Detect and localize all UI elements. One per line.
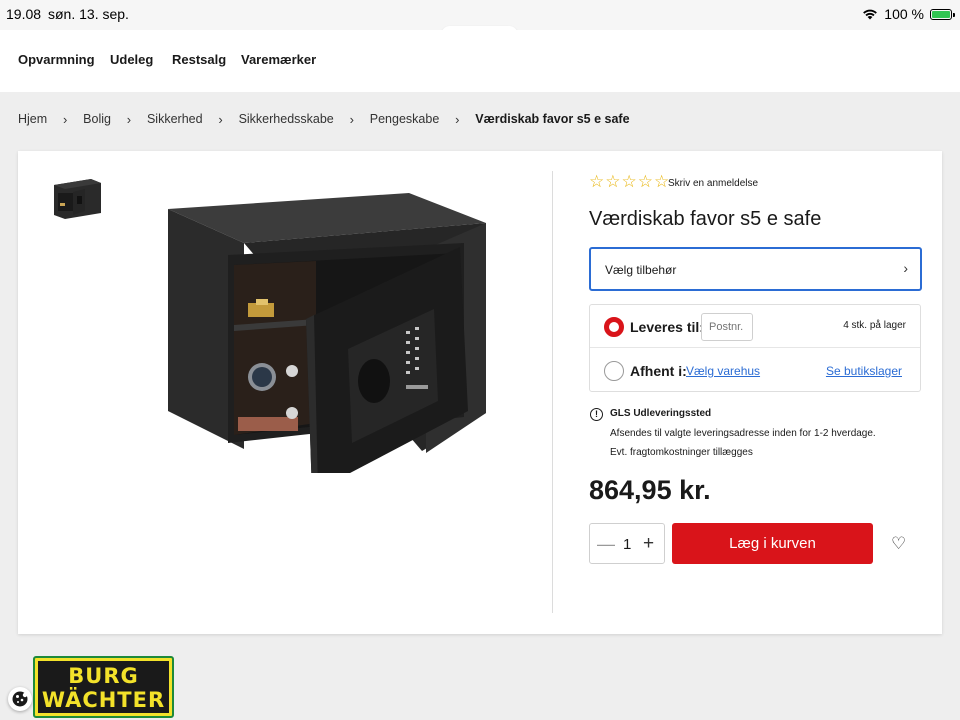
minus-icon[interactable]: — (597, 534, 615, 555)
gls-fee-info: Evt. fragtomkostninger tillægges (610, 447, 753, 458)
chevron-right-icon: › (903, 260, 908, 276)
battery-percent: 100 % (884, 6, 924, 22)
product-thumbnail[interactable] (51, 175, 103, 221)
top-navigation: Opvarmning Udeleg Restsalg Varemærker (0, 30, 960, 92)
heart-icon[interactable]: ♡ (891, 534, 906, 554)
rating-stars: ☆ ☆ ☆ ☆ ☆ (589, 174, 669, 191)
nav-item-udeleg[interactable]: Udeleg (110, 52, 153, 67)
delivery-options: Leveres til: 4 stk. på lager Afhent i: V… (589, 304, 921, 392)
chevron-right-icon: › (218, 111, 223, 127)
product-price: 864,95 kr. (589, 475, 711, 505)
postal-code-input[interactable] (701, 313, 753, 341)
add-to-cart-button[interactable]: Læg i kurven (672, 523, 873, 564)
status-date: søn. 13. sep. (48, 6, 129, 22)
pickup-label: Afhent i: (630, 363, 687, 379)
choose-accessory-button[interactable]: Vælg tilbehør › (589, 247, 922, 291)
chevron-right-icon: › (63, 111, 68, 127)
plus-icon[interactable]: + (643, 533, 654, 555)
nav-item-restsalg[interactable]: Restsalg (172, 52, 226, 67)
quantity-stepper: — 1 + (589, 523, 665, 564)
wifi-icon (863, 9, 878, 20)
status-indicators: 100 % (862, 6, 955, 22)
status-time: 19.08 (6, 6, 42, 22)
write-review-link[interactable]: Skriv en anmeldelse (668, 178, 758, 189)
nav-item-opvarmning[interactable]: Opvarmning (18, 52, 95, 67)
accessory-label: Vælg tilbehør (605, 263, 677, 277)
pickup-radio[interactable] (604, 361, 624, 381)
breadcrumb: Hjem › Bolig › Sikkerhed › Sikkerhedsska… (18, 111, 630, 127)
chevron-right-icon: › (126, 111, 132, 127)
deliver-label: Leveres til: (630, 319, 704, 335)
chevron-right-icon: › (455, 111, 460, 127)
stock-status: 4 stk. på lager (843, 320, 906, 331)
store-stock-link[interactable]: Se butikslager (826, 364, 902, 378)
battery-icon (930, 8, 955, 20)
star-empty-icon: ☆ (605, 172, 621, 192)
quantity-value[interactable]: 1 (623, 536, 631, 553)
breadcrumb-sikkerhedsskabe[interactable]: Sikkerhedsskabe (239, 112, 334, 126)
star-empty-icon: ☆ (654, 172, 670, 192)
breadcrumb-sikkerhed[interactable]: Sikkerhed (147, 112, 203, 126)
breadcrumb-bolig[interactable]: Bolig (83, 112, 111, 126)
brand-logo-line1: BURG (68, 664, 139, 688)
breadcrumb-pengeskabe[interactable]: Pengeskabe (370, 112, 440, 126)
brand-logo[interactable]: BURG WÄCHTER (33, 656, 174, 718)
delivery-row: Leveres til: 4 stk. på lager (590, 305, 920, 348)
delivery-radio[interactable] (604, 317, 624, 337)
cookie-settings-button[interactable] (8, 687, 32, 711)
chevron-right-icon: › (349, 111, 354, 127)
star-empty-icon: ☆ (589, 172, 605, 192)
product-image (168, 193, 486, 473)
cookie-icon (12, 691, 28, 707)
choose-store-link[interactable]: Vælg varehus (686, 364, 760, 378)
column-divider (552, 171, 553, 613)
star-empty-icon: ☆ (637, 172, 653, 192)
info-icon: ! (590, 408, 603, 421)
pickup-row: Afhent i: Vælg varehus Se butikslager (590, 349, 920, 392)
product-title: Værdiskab favor s5 e safe (589, 208, 822, 230)
breadcrumb-current: Værdiskab favor s5 e safe (475, 112, 630, 126)
breadcrumb-hjem[interactable]: Hjem (18, 112, 47, 126)
brand-logo-line2: WÄCHTER (41, 688, 166, 712)
gls-shipping-info: Afsendes til valgte leveringsadresse ind… (610, 428, 876, 439)
star-empty-icon: ☆ (621, 172, 637, 192)
nav-item-varemaerker[interactable]: Varemærker (241, 52, 316, 67)
gls-title: GLS Udleveringssted (610, 408, 712, 419)
product-card: ☆ ☆ ☆ ☆ ☆ Skriv en anmeldelse Værdiskab … (18, 151, 942, 634)
